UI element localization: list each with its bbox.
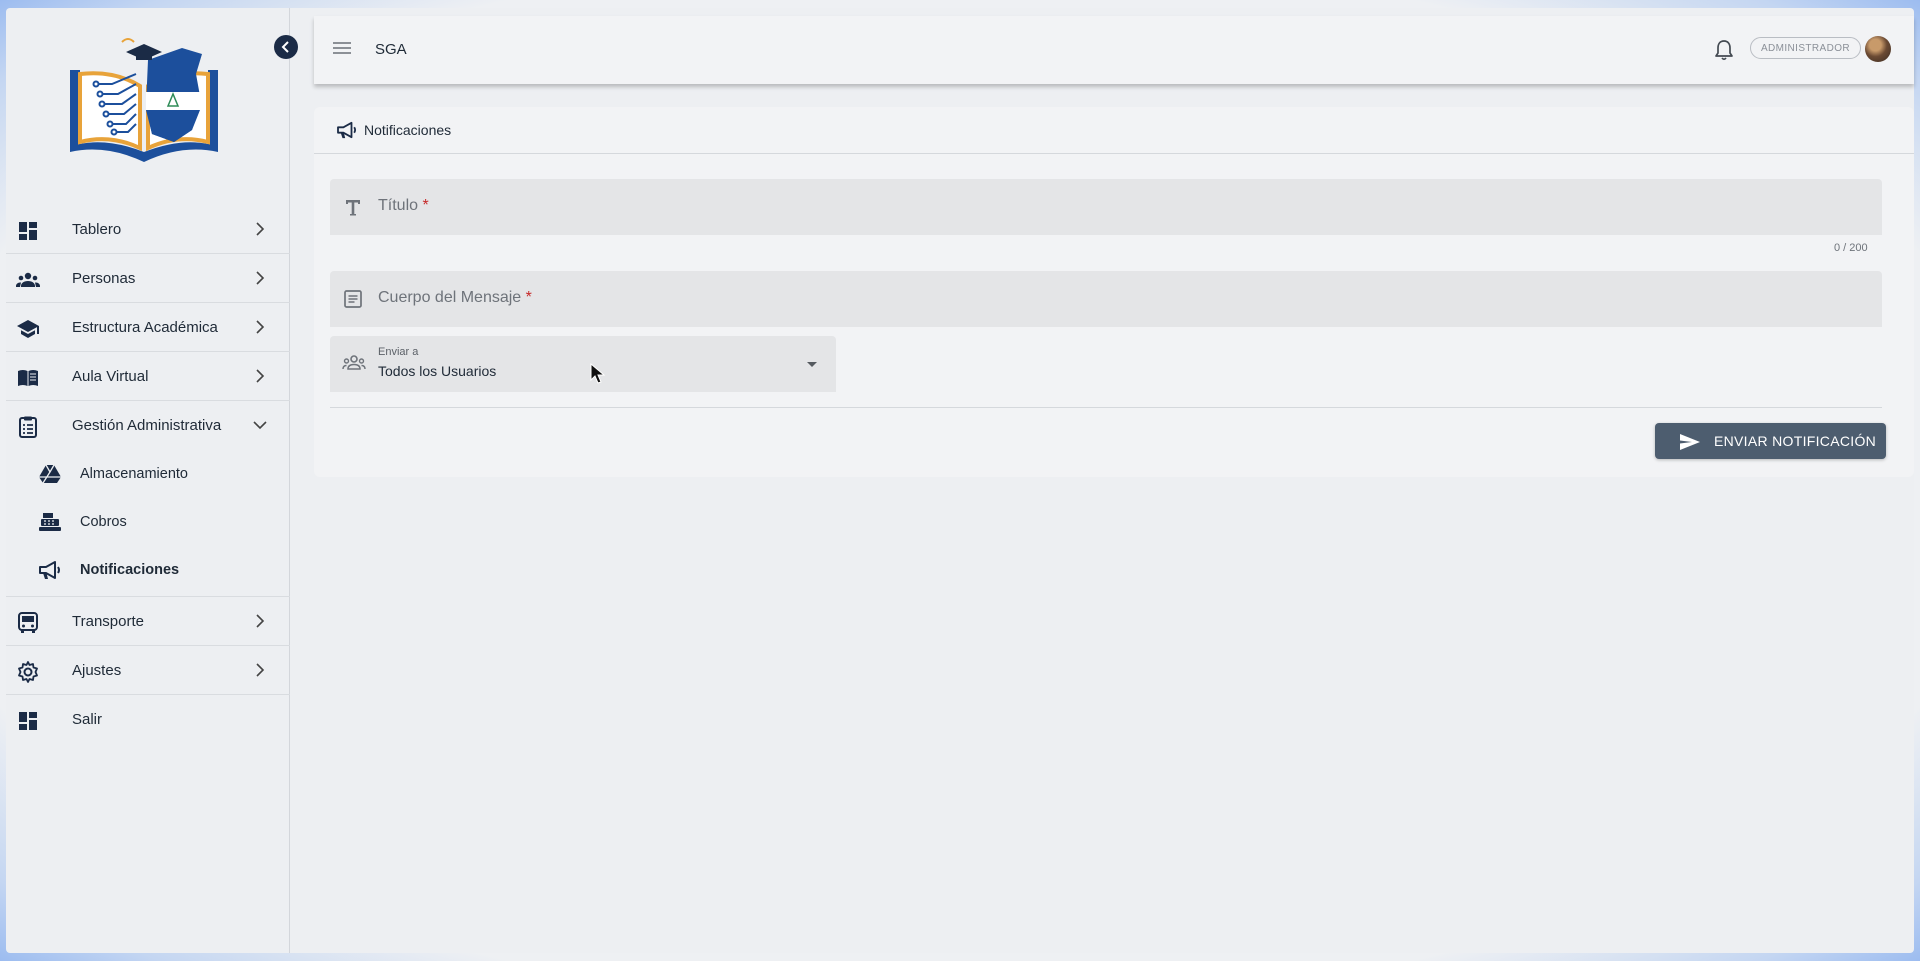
sidebar-item-tablero[interactable]: Tablero bbox=[6, 205, 290, 254]
divider bbox=[330, 407, 1882, 408]
title-char-counter: 0 / 200 bbox=[1834, 242, 1868, 254]
sidebar-subitem-label: Cobros bbox=[80, 514, 127, 530]
sidebar-item-salir[interactable]: Salir bbox=[6, 695, 290, 744]
sidebar-item-transporte[interactable]: Transporte bbox=[6, 597, 290, 646]
send-to-label: Enviar a bbox=[378, 346, 419, 358]
sidebar-subitem-label: Notificaciones bbox=[80, 562, 180, 578]
mouse-cursor-icon bbox=[590, 363, 606, 384]
sidebar-item-notificaciones[interactable]: Notificaciones bbox=[6, 546, 290, 594]
send-icon bbox=[1680, 434, 1700, 450]
dropdown-arrow-icon bbox=[807, 362, 817, 367]
top-app-bar: SGA ADMINISTRADOR bbox=[314, 16, 1914, 84]
bus-icon bbox=[18, 612, 38, 633]
sidebar-submenu-gestion-administrativa: Almacenamiento Cobros Notificaciones bbox=[6, 450, 290, 597]
app-logo bbox=[62, 34, 226, 174]
chevron-right-icon bbox=[256, 271, 265, 285]
notification-card: Notificaciones Título * 0 / 200 Cuerpo d… bbox=[314, 107, 1914, 477]
sidebar-item-cobros[interactable]: Cobros bbox=[6, 498, 290, 546]
message-body-placeholder: Cuerpo del Mensaje * bbox=[378, 289, 532, 306]
article-icon bbox=[344, 290, 362, 308]
card-header: Notificaciones bbox=[314, 107, 1914, 154]
send-notification-button[interactable]: ENVIAR NOTIFICACIÓN bbox=[1655, 423, 1886, 459]
sidebar-item-aula-virtual[interactable]: Aula Virtual bbox=[6, 352, 290, 401]
card-title: Notificaciones bbox=[364, 122, 452, 138]
avatar[interactable] bbox=[1865, 36, 1891, 62]
bell-icon[interactable] bbox=[1714, 39, 1734, 61]
sidebar-subitem-label: Almacenamiento bbox=[80, 466, 188, 482]
sidebar-item-personas[interactable]: Personas bbox=[6, 254, 290, 303]
chevron-right-icon bbox=[256, 320, 265, 334]
people-icon bbox=[16, 272, 40, 287]
sidebar-item-almacenamiento[interactable]: Almacenamiento bbox=[6, 450, 290, 498]
chevron-right-icon bbox=[256, 369, 265, 383]
dashboard-icon bbox=[19, 712, 37, 730]
sidebar-item-estructura-academica[interactable]: Estructura Académica bbox=[6, 303, 290, 352]
sidebar-item-label: Transporte bbox=[72, 612, 144, 630]
chevron-right-icon bbox=[256, 614, 265, 628]
chevron-down-icon bbox=[253, 421, 267, 430]
sidebar-item-label: Estructura Académica bbox=[72, 318, 218, 336]
cash-register-icon bbox=[39, 513, 61, 531]
app-title: SGA bbox=[375, 41, 407, 58]
chevron-right-icon bbox=[256, 663, 265, 677]
message-body-input[interactable]: Cuerpo del Mensaje * bbox=[330, 271, 1882, 327]
sidebar-item-label: Personas bbox=[72, 269, 136, 287]
groups-icon bbox=[342, 355, 366, 370]
sidebar-item-label: Tablero bbox=[72, 220, 122, 238]
title-input[interactable]: Título * bbox=[330, 179, 1882, 235]
megaphone-icon bbox=[337, 121, 356, 139]
chevron-left-icon bbox=[281, 41, 289, 53]
sidebar-menu: Tablero Personas Estructura Académica Au… bbox=[6, 205, 290, 744]
clipboard-icon bbox=[19, 416, 37, 438]
app-frame: Tablero Personas Estructura Académica Au… bbox=[6, 8, 1914, 953]
drive-icon bbox=[39, 464, 61, 484]
role-badge[interactable]: ADMINISTRADOR bbox=[1750, 37, 1861, 59]
text-format-icon bbox=[346, 200, 360, 216]
sidebar-item-label: Gestión Administrativa bbox=[72, 417, 222, 434]
dashboard-icon bbox=[19, 222, 37, 240]
sidebar: Tablero Personas Estructura Académica Au… bbox=[6, 8, 298, 953]
send-notification-label: ENVIAR NOTIFICACIÓN bbox=[1714, 433, 1877, 449]
sidebar-item-label: Salir bbox=[72, 711, 103, 728]
menu-icon[interactable] bbox=[332, 40, 352, 56]
send-to-select[interactable]: Enviar a Todos los Usuarios bbox=[330, 336, 836, 392]
megaphone-icon bbox=[39, 561, 60, 579]
collapse-sidebar-button[interactable] bbox=[274, 35, 298, 59]
book-icon bbox=[18, 370, 38, 386]
required-mark: * bbox=[422, 197, 429, 214]
sidebar-item-label: Ajustes bbox=[72, 661, 122, 679]
title-placeholder: Título * bbox=[378, 197, 429, 214]
sidebar-item-gestion-administrativa[interactable]: Gestión Administrativa bbox=[6, 401, 290, 450]
required-mark: * bbox=[525, 289, 532, 306]
sidebar-item-label: Aula Virtual bbox=[72, 367, 149, 385]
school-icon bbox=[17, 320, 39, 338]
send-to-value: Todos los Usuarios bbox=[378, 363, 497, 379]
sidebar-item-ajustes[interactable]: Ajustes bbox=[6, 646, 290, 695]
chevron-right-icon bbox=[256, 222, 265, 236]
gear-icon bbox=[18, 661, 38, 683]
